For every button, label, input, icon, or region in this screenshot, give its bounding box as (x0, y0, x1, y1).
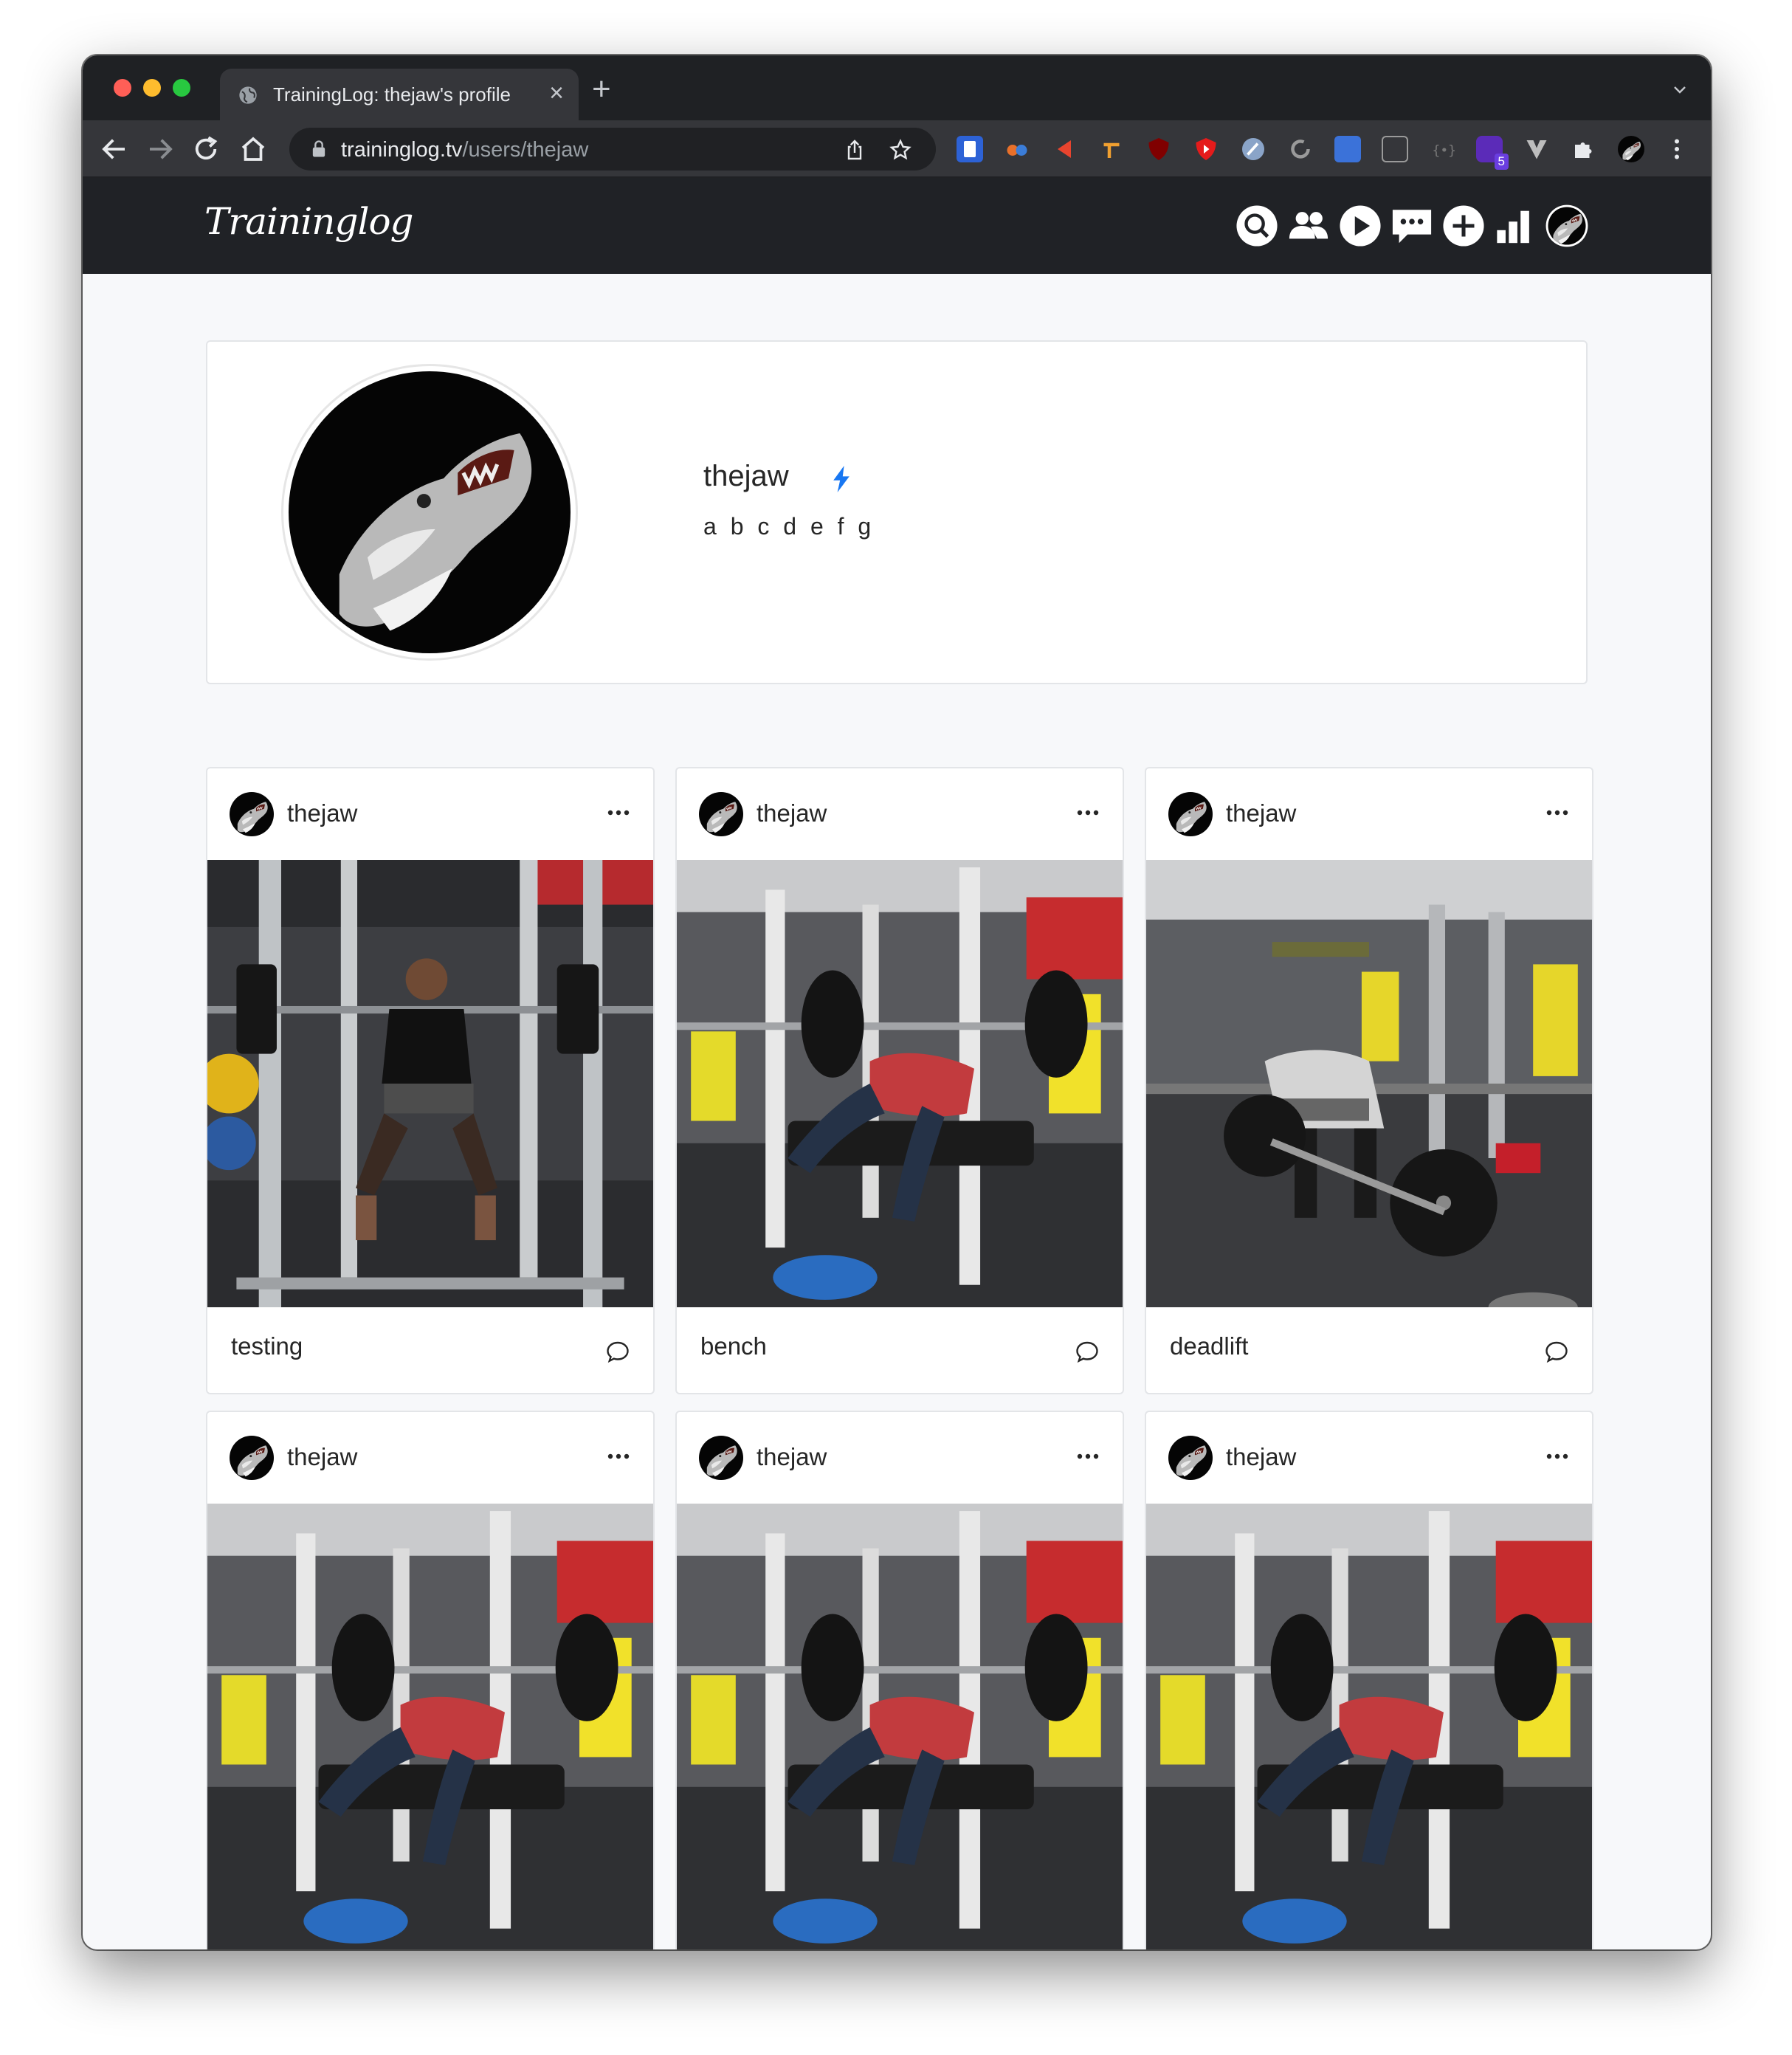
post-video-thumbnail[interactable] (677, 860, 1123, 1307)
post-header: thejaw (1146, 1412, 1592, 1504)
post-video-thumbnail[interactable] (677, 1504, 1123, 1949)
extension-icon-4[interactable] (1098, 136, 1125, 162)
extension-icon-7[interactable] (1240, 136, 1267, 162)
lightning-bolt-icon (833, 466, 850, 492)
url-host: traininglog.tv (341, 138, 463, 162)
post-header: thejaw (207, 1412, 653, 1504)
extension-icon-11[interactable]: {•} (1429, 136, 1457, 162)
post-card[interactable]: thejaw testing (206, 767, 655, 1394)
ublock-icon[interactable] (1145, 136, 1172, 162)
more-options-icon[interactable] (607, 1453, 630, 1459)
post-card[interactable]: thejaw bench (675, 1411, 1124, 1949)
tab-title: TrainingLog: thejaw's profile (273, 83, 511, 106)
post-avatar[interactable] (230, 1436, 274, 1480)
post-username[interactable]: thejaw (287, 1443, 357, 1471)
users-icon[interactable] (1287, 204, 1330, 247)
url-text[interactable]: traininglog.tv/users/thejaw (341, 138, 588, 162)
post-card[interactable]: thejaw bench (675, 767, 1124, 1394)
add-icon[interactable] (1442, 204, 1485, 247)
post-video-thumbnail[interactable] (207, 860, 653, 1307)
extension-icon-3[interactable] (1051, 136, 1078, 162)
bookmark-star-icon[interactable] (889, 138, 912, 162)
post-header: thejaw (677, 768, 1123, 860)
extension-icon-2[interactable] (1004, 136, 1030, 162)
post-video-thumbnail[interactable] (1146, 1504, 1592, 1949)
chevron-down-icon[interactable] (1671, 80, 1689, 98)
post-avatar[interactable] (699, 792, 743, 836)
kebab-menu-icon[interactable] (1664, 136, 1690, 162)
svg-text:{•}: {•} (1433, 143, 1456, 159)
browser-window: TrainingLog: thejaw's profile × + traini… (83, 55, 1711, 1949)
post-title: deadlift (1170, 1332, 1249, 1360)
post-header: thejaw (1146, 768, 1592, 860)
chat-icon[interactable] (1390, 204, 1433, 247)
extension-icon-6[interactable] (1193, 136, 1219, 162)
comment-icon[interactable] (1074, 1338, 1100, 1365)
site-logo[interactable]: Traininglog (204, 200, 414, 243)
extension-icon-1[interactable] (957, 136, 983, 162)
globe-icon (239, 86, 257, 104)
close-tab-icon[interactable]: × (549, 80, 564, 106)
stats-icon[interactable] (1494, 204, 1537, 247)
browser-toolbar: traininglog.tv/users/thejaw {•} 5 (83, 120, 1711, 178)
translate-icon[interactable] (1334, 136, 1361, 162)
more-options-icon[interactable] (1546, 810, 1568, 816)
post-username[interactable]: thejaw (1226, 1443, 1296, 1471)
extension-badge: 5 (1494, 154, 1509, 170)
post-avatar[interactable] (1168, 792, 1213, 836)
extension-icon-12[interactable]: 5 (1476, 136, 1509, 170)
tab-strip: TrainingLog: thejaw's profile × + (83, 55, 1711, 120)
profile-bio: a b c d e f g (703, 513, 875, 540)
comment-icon[interactable] (1543, 1338, 1570, 1365)
post-header: thejaw (677, 1412, 1123, 1504)
post-username[interactable]: thejaw (757, 1443, 827, 1471)
more-options-icon[interactable] (1546, 1453, 1568, 1459)
forward-icon[interactable] (145, 134, 176, 165)
post-title: testing (231, 1332, 303, 1360)
profile-avatar-icon[interactable] (1545, 204, 1588, 247)
post-username[interactable]: thejaw (287, 799, 357, 827)
share-icon[interactable] (843, 138, 866, 162)
profile-username: thejaw (703, 460, 789, 492)
post-avatar[interactable] (699, 1436, 743, 1480)
post-avatar[interactable] (230, 792, 274, 836)
post-video-thumbnail[interactable] (207, 1504, 653, 1949)
lock-icon[interactable] (309, 139, 329, 159)
more-options-icon[interactable] (1077, 810, 1099, 816)
extension-icon-10[interactable] (1382, 136, 1408, 162)
comment-icon[interactable] (604, 1338, 631, 1365)
search-icon[interactable] (1236, 204, 1278, 247)
post-card[interactable]: thejaw bench (206, 1411, 655, 1949)
post-card[interactable]: thejaw deadlift (1145, 767, 1593, 1394)
browser-tab-active[interactable]: TrainingLog: thejaw's profile × (220, 69, 579, 120)
url-path: /users/thejaw (462, 138, 589, 162)
post-username[interactable]: thejaw (757, 799, 827, 827)
extension-icon-8[interactable] (1287, 136, 1314, 162)
post-video-thumbnail[interactable] (1146, 860, 1592, 1307)
new-tab-button[interactable]: + (592, 73, 611, 106)
more-options-icon[interactable] (1077, 1453, 1099, 1459)
extension-icon-13[interactable] (1523, 136, 1550, 162)
post-title: bench (700, 1332, 767, 1360)
profile-avatar[interactable] (281, 364, 578, 661)
profile-card: thejaw a b c d e f g (206, 340, 1588, 684)
profile-avatar-image (289, 371, 571, 653)
reload-icon[interactable] (190, 134, 221, 165)
site-header: Traininglog (83, 178, 1711, 274)
maximize-window-button[interactable] (173, 79, 190, 97)
chrome-profile-avatar[interactable] (1618, 136, 1644, 162)
play-icon[interactable] (1339, 204, 1382, 247)
back-icon[interactable] (99, 134, 130, 165)
home-icon[interactable] (238, 134, 269, 165)
more-options-icon[interactable] (607, 810, 630, 816)
post-header: thejaw (207, 768, 653, 860)
minimize-window-button[interactable] (143, 79, 161, 97)
close-window-button[interactable] (114, 79, 131, 97)
post-avatar[interactable] (1168, 1436, 1213, 1480)
address-bar[interactable]: traininglog.tv/users/thejaw (289, 128, 936, 171)
post-card[interactable]: thejaw bench (1145, 1411, 1593, 1949)
post-username[interactable]: thejaw (1226, 799, 1296, 827)
puzzle-icon[interactable] (1571, 136, 1597, 162)
